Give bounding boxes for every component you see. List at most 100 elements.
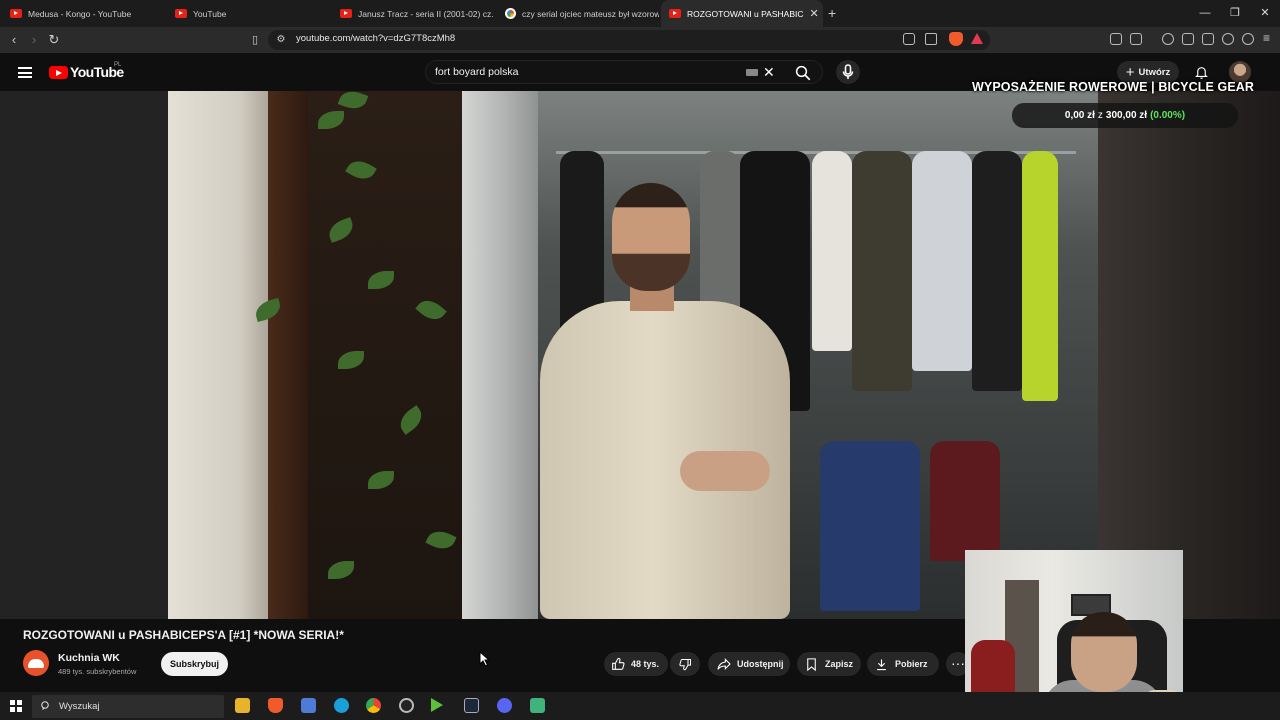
youtube-icon: [175, 9, 187, 18]
reader-icon[interactable]: [1182, 33, 1194, 45]
music-icon[interactable]: [1162, 33, 1174, 45]
browser-tab[interactable]: Janusz Tracz - seria II (2001-02) cz. 2: [332, 0, 495, 27]
youtube-icon: [669, 9, 681, 18]
search-icon[interactable]: [794, 64, 812, 82]
browser-toolbar: ‹ › ↻ ▯ ⚙: [0, 27, 1280, 53]
browser-tab[interactable]: YouTube: [167, 0, 332, 27]
tab-label: Janusz Tracz - seria II (2001-02) cz. 2: [358, 8, 495, 19]
wallet-icon[interactable]: [1202, 33, 1214, 45]
video-scene-shelf: [268, 91, 308, 619]
like-button[interactable]: 48 tys.: [604, 652, 668, 676]
cast-icon[interactable]: [903, 33, 915, 45]
minimize-icon[interactable]: —: [1190, 0, 1220, 27]
maximize-icon[interactable]: ❐: [1220, 0, 1250, 27]
voice-search-button[interactable]: [836, 60, 860, 84]
leaf: [425, 526, 457, 554]
leo-ai-icon[interactable]: [1222, 33, 1234, 45]
bookmark-icon[interactable]: ▯: [246, 31, 264, 49]
new-tab-button[interactable]: +: [828, 5, 836, 21]
reload-icon[interactable]: ↻: [45, 31, 63, 49]
youtube-logo-icon[interactable]: [49, 66, 68, 79]
webcam-person-head: [1071, 612, 1137, 692]
tab-label: ROZGOTOWANI u PASHABIC: [687, 8, 804, 19]
coat: [812, 151, 852, 351]
video-person-head: [612, 183, 690, 291]
download-button[interactable]: Pobierz: [867, 652, 939, 676]
leaf: [345, 155, 377, 185]
goal-separator: z: [1097, 110, 1103, 121]
close-window-icon[interactable]: ✕: [1250, 0, 1280, 27]
vpn-icon[interactable]: [1242, 33, 1254, 45]
subscribe-button[interactable]: Subskrybuj: [161, 652, 228, 676]
search-icon: [41, 701, 49, 710]
browser-tab-active[interactable]: ROZGOTOWANI u PASHABIC ✕: [661, 0, 823, 27]
mouse-cursor-icon: [479, 651, 491, 667]
save-button[interactable]: Zapisz: [797, 652, 861, 676]
hamburger-menu-icon[interactable]: [18, 67, 32, 78]
goal-current: 0,00 zł: [1064, 110, 1095, 121]
back-icon[interactable]: ‹: [5, 31, 23, 49]
share-button[interactable]: Udostępnij: [708, 652, 790, 676]
video-title: ROZGOTOWANI u PASHABICEPS'A [#1] *NOWA S…: [23, 628, 344, 642]
plus-icon: +: [1125, 63, 1135, 81]
share-icon[interactable]: [925, 33, 937, 45]
leaf: [395, 405, 427, 435]
edge-icon[interactable]: [334, 698, 349, 713]
app-icon[interactable]: [530, 698, 545, 713]
channel-name[interactable]: Kuchnia WK: [58, 652, 120, 664]
url-text[interactable]: youtube.com/watch?v=dzG7T8czMh8: [296, 33, 455, 44]
brave-shield-icon[interactable]: [949, 32, 963, 46]
microphone-icon: [842, 64, 854, 79]
brave-rewards-icon[interactable]: [971, 33, 983, 44]
video-scene-plant: [308, 91, 478, 619]
leaf: [325, 217, 357, 243]
menu-icon[interactable]: ≡: [1263, 31, 1270, 45]
donation-goal-progress: 0,00 zł z 300,00 zł (0.00%): [1012, 103, 1238, 128]
channel-avatar[interactable]: [23, 650, 49, 676]
search-query[interactable]: fort boyard polska: [435, 66, 518, 78]
create-label: Utwórz: [1138, 66, 1171, 78]
brave-icon[interactable]: [268, 698, 283, 713]
video-scene-wall: [168, 91, 270, 619]
chrome-icon[interactable]: [366, 698, 381, 713]
windows-start-icon[interactable]: [10, 700, 22, 712]
thumbs-down-icon: [678, 658, 691, 670]
browser-tab[interactable]: czy serial ojciec mateusz był wzorow: [497, 0, 659, 27]
obs-icon[interactable]: [399, 698, 414, 713]
notifications-bell-icon[interactable]: [1194, 64, 1209, 80]
share-arrow-icon: [717, 658, 731, 670]
google-icon: [505, 8, 516, 19]
close-tab-icon[interactable]: ✕: [804, 7, 819, 20]
store-icon[interactable]: [301, 698, 316, 713]
dislike-button[interactable]: [670, 652, 700, 676]
forward-icon[interactable]: ›: [25, 31, 43, 49]
media-player-icon[interactable]: [431, 698, 443, 712]
video-scene-right-wall: [1098, 91, 1280, 619]
coat: [930, 441, 1000, 561]
site-info-icon[interactable]: ⚙: [272, 31, 290, 49]
leaf: [368, 271, 394, 289]
leaf: [328, 561, 354, 579]
save-bookmark-icon: [807, 657, 816, 671]
like-count: 48 tys.: [631, 659, 660, 669]
download-label: Pobierz: [895, 659, 928, 669]
browser-tab[interactable]: Medusa - Kongo - YouTube: [2, 0, 165, 27]
coat: [820, 441, 920, 611]
discord-icon[interactable]: [497, 698, 512, 713]
file-explorer-icon[interactable]: [235, 698, 250, 713]
channel-subscribers: 489 tys. subskrybentów: [58, 667, 137, 676]
taskbar-search-placeholder[interactable]: Wyszukaj: [59, 701, 100, 712]
video-player[interactable]: [0, 91, 1280, 619]
download-icon: [877, 659, 886, 670]
clear-search-icon[interactable]: ✕: [763, 63, 775, 81]
extensions-icon[interactable]: [1110, 33, 1122, 45]
youtube-icon: [10, 9, 22, 18]
steam-icon[interactable]: [464, 698, 479, 713]
country-code: PL: [114, 62, 122, 68]
keyboard-icon[interactable]: [746, 69, 758, 76]
leaf: [318, 111, 344, 129]
tab-label: YouTube: [193, 8, 227, 19]
sidebar-icon[interactable]: [1130, 33, 1142, 45]
share-label: Udostępnij: [737, 659, 784, 669]
leaf: [415, 294, 447, 326]
